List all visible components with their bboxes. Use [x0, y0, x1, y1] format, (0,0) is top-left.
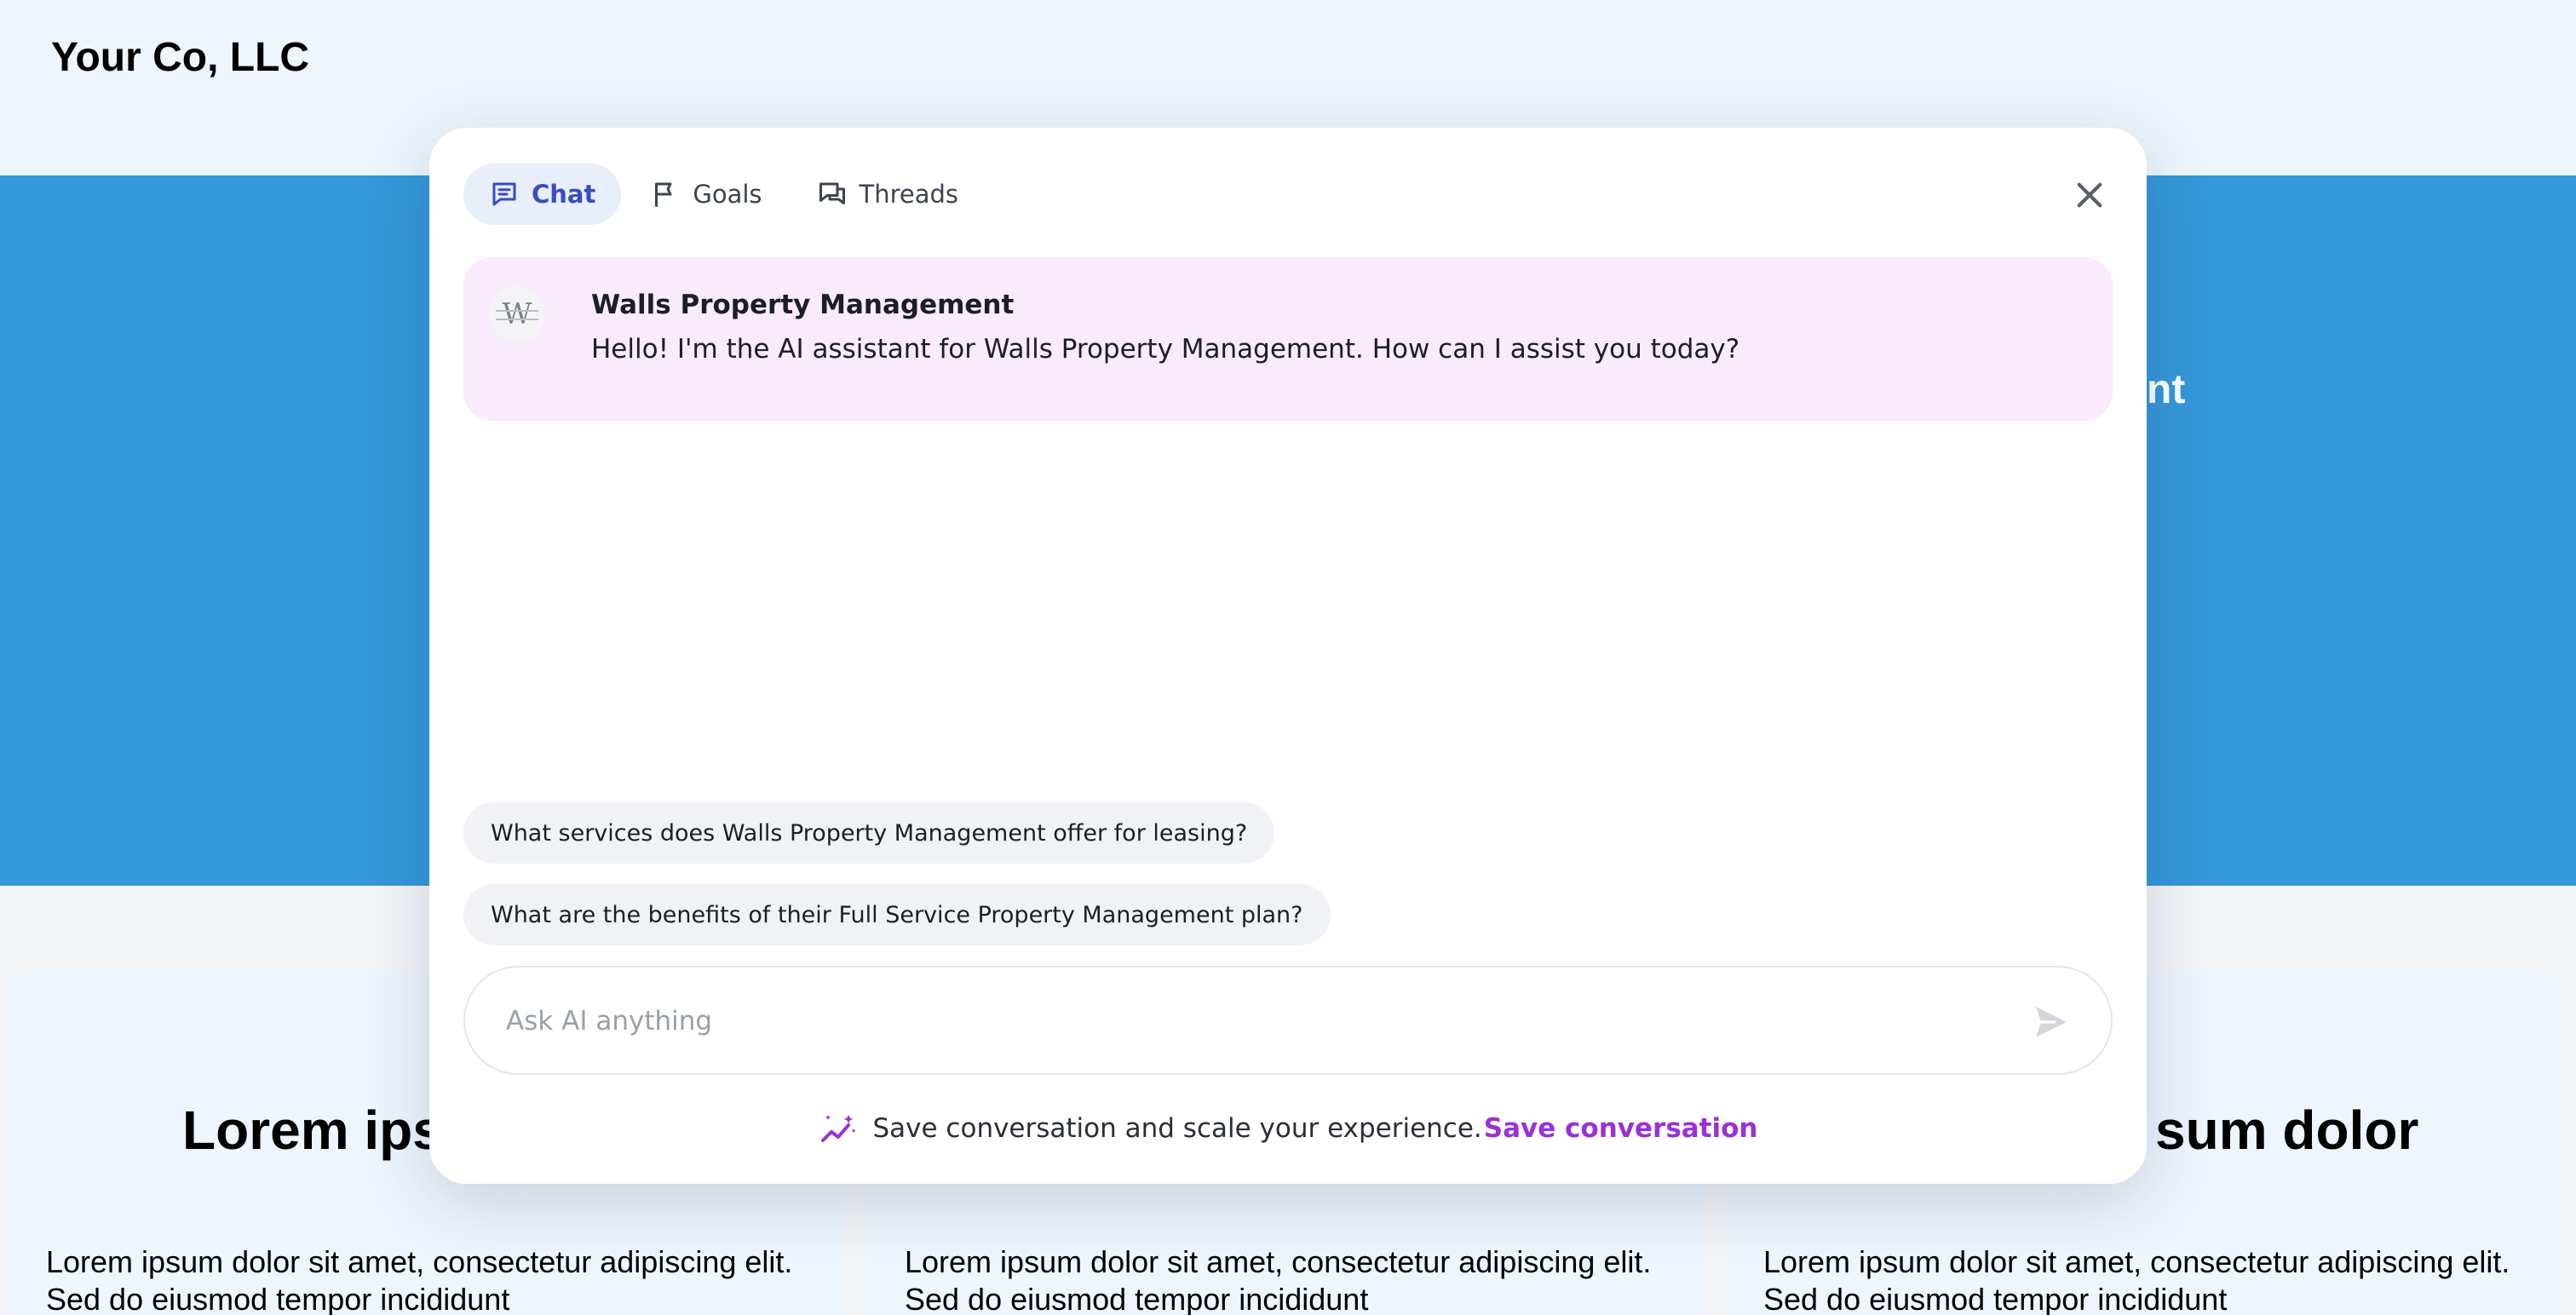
chat-input[interactable]	[506, 996, 1971, 1046]
threads-icon	[819, 182, 845, 204]
suggestion-chip[interactable]: What are the benefits of their Full Serv…	[463, 884, 1331, 945]
card-body: Lorem ipsum dolor sit amet, consectetur …	[46, 1244, 793, 1315]
close-icon[interactable]	[2072, 177, 2107, 213]
message-sender: Walls Property Management	[591, 290, 1015, 320]
avatar: W	[489, 286, 545, 342]
card-body: Lorem ipsum dolor sit amet, consectetur …	[905, 1244, 1652, 1315]
suggestion-chip[interactable]: What services does Walls Property Manage…	[463, 802, 1275, 864]
tab-goals[interactable]: Goals	[624, 164, 787, 225]
assistant-message: W Walls Property Management Hello! I'm t…	[463, 257, 2113, 421]
card-title: Lorem ips	[182, 1100, 443, 1161]
send-icon[interactable]	[2031, 1002, 2072, 1042]
chat-input-container	[463, 966, 2113, 1075]
card-body: Lorem ipsum dolor sit amet, consectetur …	[1763, 1244, 2510, 1315]
save-conversation-footer: Save conversation and scale your experie…	[429, 1107, 2147, 1150]
save-conversation-link[interactable]: Save conversation	[1484, 1113, 1758, 1144]
tab-label: Chat	[532, 180, 596, 209]
tab-bar: Chat Goals Threads	[463, 164, 987, 225]
tab-chat[interactable]: Chat	[463, 164, 622, 225]
card-title: sum dolor	[2155, 1100, 2419, 1161]
tab-threads[interactable]: Threads	[791, 164, 985, 225]
footer-text: Save conversation and scale your experie…	[872, 1113, 1482, 1144]
message-text: Hello! I'm the AI assistant for Walls Pr…	[591, 334, 1740, 365]
chat-bubble-icon	[492, 182, 516, 206]
flag-icon	[655, 182, 672, 207]
tab-label: Goals	[693, 180, 762, 209]
chat-modal: Chat Goals Threads W Walls Property Mana…	[429, 128, 2147, 1184]
tab-label: Threads	[859, 180, 959, 209]
hero-heading-right-fragment: nt	[2147, 367, 2186, 412]
sparkle-trend-icon	[821, 1115, 857, 1142]
site-brand: Your Co, LLC	[51, 35, 310, 80]
